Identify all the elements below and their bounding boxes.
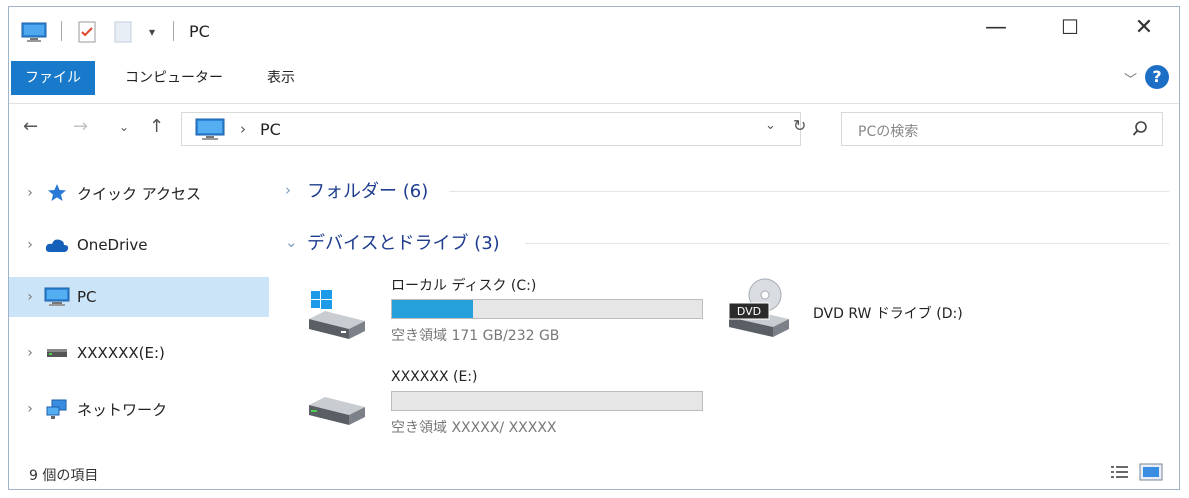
drive-usage-fill: [392, 300, 473, 318]
group-label: デバイスとドライブ (3): [307, 233, 500, 254]
tab-view[interactable]: 表示: [267, 63, 295, 93]
tab-file[interactable]: ファイル: [11, 61, 95, 95]
maximize-button[interactable]: ☐: [1047, 7, 1093, 47]
chevron-right-icon[interactable]: ›: [17, 237, 43, 253]
drive-name: XXXXXX (E:): [391, 369, 478, 385]
help-icon[interactable]: ?: [1145, 65, 1169, 89]
computer-icon: [194, 117, 228, 145]
drive-name: DVD RW ドライブ (D:): [813, 306, 963, 322]
large-icons-view-icon[interactable]: [1139, 463, 1163, 485]
nav-item-label: クイック アクセス: [77, 184, 202, 203]
window-title: PC: [189, 22, 210, 41]
properties-icon[interactable]: [77, 21, 97, 43]
chevron-right-icon[interactable]: ›: [17, 185, 43, 201]
nav-item-label: XXXXXX(E:): [77, 344, 165, 362]
computer-icon[interactable]: [21, 21, 47, 43]
forward-arrow-icon[interactable]: →: [73, 116, 88, 137]
nav-item-drive-e[interactable]: › XXXXXX(E:): [9, 333, 269, 373]
expand-ribbon-icon[interactable]: ﹀: [1124, 69, 1137, 88]
chevron-right-icon[interactable]: ›: [17, 345, 43, 361]
dvd-drive-icon: DVD: [725, 277, 797, 345]
drive-free-space: 空き領域 171 GB/232 GB: [391, 328, 560, 344]
drive-free-space: 空き領域 XXXXX/ XXXXX: [391, 420, 557, 436]
address-path[interactable]: PC: [260, 120, 281, 139]
drive-icon: [305, 391, 367, 435]
nav-item-network[interactable]: › ネットワーク: [9, 389, 269, 429]
close-button[interactable]: ✕: [1121, 7, 1167, 47]
drive-icon: [43, 342, 71, 364]
search-input[interactable]: PCの検索: [858, 121, 918, 141]
toolbar-separator: [173, 21, 174, 41]
chevron-down-icon[interactable]: ⌄: [285, 233, 307, 251]
customize-toolbar-icon[interactable]: ▾: [149, 21, 155, 43]
address-dropdown-icon[interactable]: ⌄: [765, 118, 776, 133]
chevron-right-icon[interactable]: ›: [17, 289, 43, 305]
toolbar-separator: [61, 21, 62, 41]
explorer-window: ▾ PC — ☐ ✕ ファイル コンピューター 表示 ﹀ ? ← → ⌄ ↑ ›…: [8, 6, 1180, 490]
minimize-button[interactable]: —: [973, 7, 1019, 47]
tab-computer[interactable]: コンピューター: [125, 63, 223, 93]
group-header-devices[interactable]: ⌄ デバイスとドライブ (3): [285, 227, 500, 257]
breadcrumb-separator-icon: ›: [240, 120, 246, 138]
chevron-right-icon[interactable]: ›: [285, 181, 307, 199]
address-bar[interactable]: › PC: [181, 112, 801, 146]
search-box[interactable]: PCの検索: [841, 112, 1163, 146]
nav-item-quick-access[interactable]: › クイック アクセス: [9, 173, 269, 213]
chevron-right-icon[interactable]: ›: [17, 401, 43, 417]
recent-locations-icon[interactable]: ⌄: [119, 120, 129, 134]
group-divider: [525, 243, 1169, 244]
computer-icon: [43, 286, 71, 308]
network-icon: [43, 398, 71, 420]
group-label: フォルダー (6): [307, 181, 429, 202]
new-folder-icon[interactable]: [113, 21, 133, 43]
status-item-count: 9 個の項目: [29, 468, 99, 484]
group-header-folders[interactable]: › フォルダー (6): [285, 175, 428, 205]
back-arrow-icon[interactable]: ←: [23, 116, 38, 137]
title-bar: ▾ PC — ☐ ✕: [9, 7, 1179, 55]
group-divider: [449, 191, 1169, 192]
nav-item-pc[interactable]: › PC: [9, 277, 269, 317]
nav-item-onedrive[interactable]: › OneDrive: [9, 225, 269, 265]
cloud-icon: [43, 234, 71, 256]
drive-usage-bar: [391, 299, 703, 319]
up-arrow-icon[interactable]: ↑: [149, 116, 164, 137]
address-row: ← → ⌄ ↑ › PC ⌄ ↻ PCの検索: [9, 103, 1179, 154]
drive-name: ローカル ディスク (C:): [391, 278, 537, 294]
drive-usage-bar: [391, 391, 703, 411]
nav-item-label: PC: [77, 288, 97, 306]
refresh-icon[interactable]: ↻: [793, 116, 806, 135]
details-view-icon[interactable]: [1109, 463, 1131, 485]
nav-item-label: ネットワーク: [77, 400, 168, 419]
dvd-badge: DVD: [737, 305, 761, 318]
ribbon-tabs: ファイル コンピューター 表示 ﹀ ?: [9, 59, 1179, 97]
star-icon: [43, 182, 71, 204]
windows-drive-icon: [305, 289, 367, 349]
nav-item-label: OneDrive: [77, 236, 148, 254]
search-icon[interactable]: [1132, 120, 1148, 142]
